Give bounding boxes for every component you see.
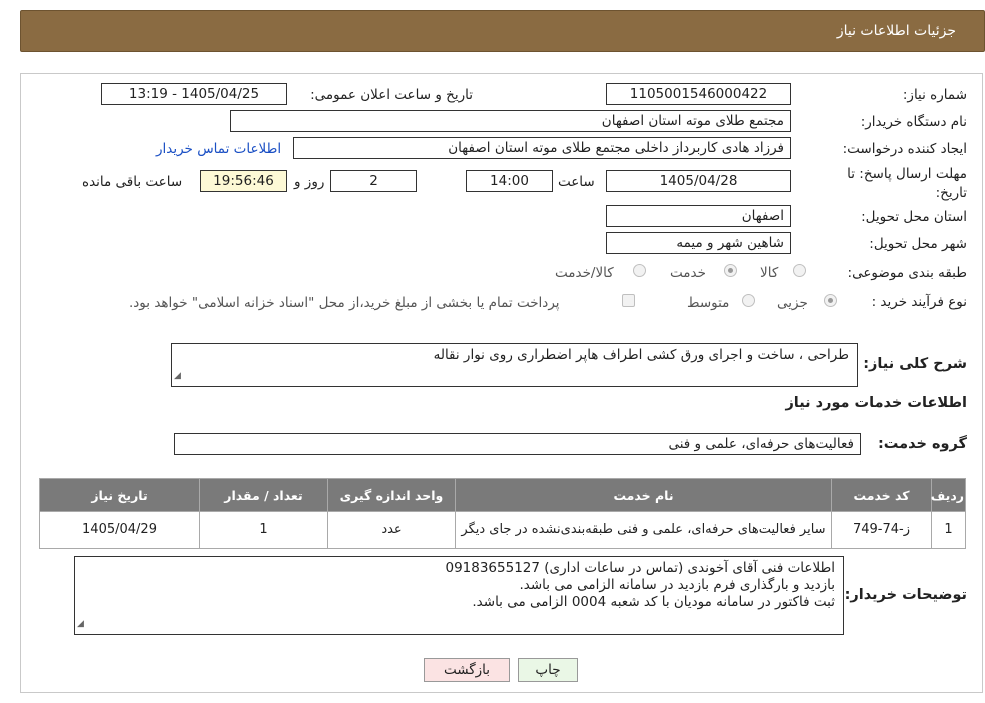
province-label: استان محل تحویل: (861, 209, 967, 225)
summary-label: شرح کلی نیاز: (863, 356, 967, 372)
col-service-code: کد خدمت (831, 478, 932, 512)
cell-service-code: ز-74-749 (831, 511, 932, 549)
need-number-label: شماره نیاز: (902, 87, 967, 103)
buyer-notes-textarea[interactable]: اطلاعات فنی آقای آخوندی (تماس در ساعات ا… (74, 556, 844, 635)
page-title: جزئیات اطلاعات نیاز (836, 23, 956, 39)
back-button[interactable]: بازگشت (424, 658, 510, 682)
purchase-medium-label: متوسط (687, 295, 730, 311)
announce-label: تاریخ و ساعت اعلان عمومی: (310, 87, 473, 103)
col-service-name: نام خدمت (455, 478, 832, 512)
services-section-title: اطلاعات خدمات مورد نیاز (785, 395, 967, 411)
treasury-payment-note: پرداخت تمام یا بخشی از مبلغ خرید،از محل … (129, 295, 560, 311)
buyer-org-label: نام دستگاه خریدار: (860, 114, 967, 130)
need-number-field: 1105001546000422 (606, 83, 791, 105)
buyer-notes-line: اطلاعات فنی آقای آخوندی (تماس در ساعات ا… (445, 560, 835, 576)
deadline-date-field: 1405/04/28 (606, 170, 791, 192)
purchase-minor-radio[interactable] (824, 294, 837, 307)
service-group-field: فعالیت‌های حرفه‌ای، علمی و فنی (174, 433, 861, 455)
days-field: 2 (330, 170, 417, 192)
days-label: روز و (294, 174, 325, 190)
creator-field: فرزاد هادی کاربرداز داخلی مجتمع طلای موت… (293, 137, 791, 159)
resize-grip-icon: ◢ (174, 371, 181, 381)
col-quantity: تعداد / مقدار (199, 478, 328, 512)
province-field: اصفهان (606, 205, 791, 227)
cell-row-number: 1 (931, 511, 966, 549)
purchase-type-label: نوع فرآیند خرید : (871, 294, 967, 310)
category-goods-label: کالا (760, 265, 779, 281)
col-need-date: تاریخ نیاز (39, 478, 200, 512)
purchase-medium-radio[interactable] (742, 294, 755, 307)
category-goods-radio[interactable] (793, 264, 806, 277)
buyer-org-field: مجتمع طلای موته استان اصفهان (230, 110, 791, 132)
category-service-label: خدمت (670, 265, 706, 281)
deadline-label: مهلت ارسال پاسخ: تا تاریخ: (847, 166, 967, 201)
col-unit: واحد اندازه گیری (327, 478, 456, 512)
print-button[interactable]: چاپ (518, 658, 578, 682)
buyer-notes-line: بازدید و بارگذاری فرم بازدید در سامانه ا… (519, 577, 835, 593)
cell-unit: عدد (327, 511, 456, 549)
treasury-payment-checkbox[interactable] (622, 294, 635, 307)
creator-label: ایجاد کننده درخواست: (842, 141, 967, 157)
remaining-label: ساعت باقی مانده (82, 174, 183, 190)
table-header-row: ردیف کد خدمت نام خدمت واحد اندازه گیری ت… (39, 478, 966, 512)
remaining-time-field: 19:56:46 (200, 170, 287, 192)
city-label: شهر محل تحویل: (869, 236, 967, 252)
service-group-label: گروه خدمت: (877, 436, 967, 452)
city-field: شاهین شهر و میمه (606, 232, 791, 254)
deadline-time-label: ساعت (558, 174, 595, 190)
cell-service-name: سایر فعالیت‌های حرفه‌ای، علمی و فنی طبقه… (455, 511, 832, 549)
purchase-minor-label: جزیی (777, 295, 808, 311)
summary-textarea[interactable]: طراحی ، ساخت و اجرای ورق کشی اطراف هاپر … (171, 343, 858, 387)
category-service-radio[interactable] (724, 264, 737, 277)
services-table: ردیف کد خدمت نام خدمت واحد اندازه گیری ت… (39, 478, 966, 549)
category-both-label: کالا/خدمت (555, 265, 614, 281)
cell-need-date: 1405/04/29 (39, 511, 200, 549)
col-row-number: ردیف (931, 478, 966, 512)
cell-quantity: 1 (199, 511, 328, 549)
buyer-contact-link[interactable]: اطلاعات تماس خریدار (156, 141, 281, 157)
summary-text: طراحی ، ساخت و اجرای ورق کشی اطراف هاپر … (433, 347, 849, 363)
category-label: طبقه بندی موضوعی: (847, 265, 967, 281)
resize-grip-icon: ◢ (77, 619, 84, 629)
announce-field: 1405/04/25 - 13:19 (101, 83, 287, 105)
page-header: جزئیات اطلاعات نیاز (20, 10, 985, 52)
category-both-radio[interactable] (633, 264, 646, 277)
deadline-time-field: 14:00 (466, 170, 553, 192)
table-row: 1 ز-74-749 سایر فعالیت‌های حرفه‌ای، علمی… (39, 511, 966, 549)
buyer-notes-label: توضیحات خریدار: (844, 587, 967, 603)
buyer-notes-line: ثبت فاکتور در سامانه مودیان با کد شعبه 0… (472, 594, 835, 610)
